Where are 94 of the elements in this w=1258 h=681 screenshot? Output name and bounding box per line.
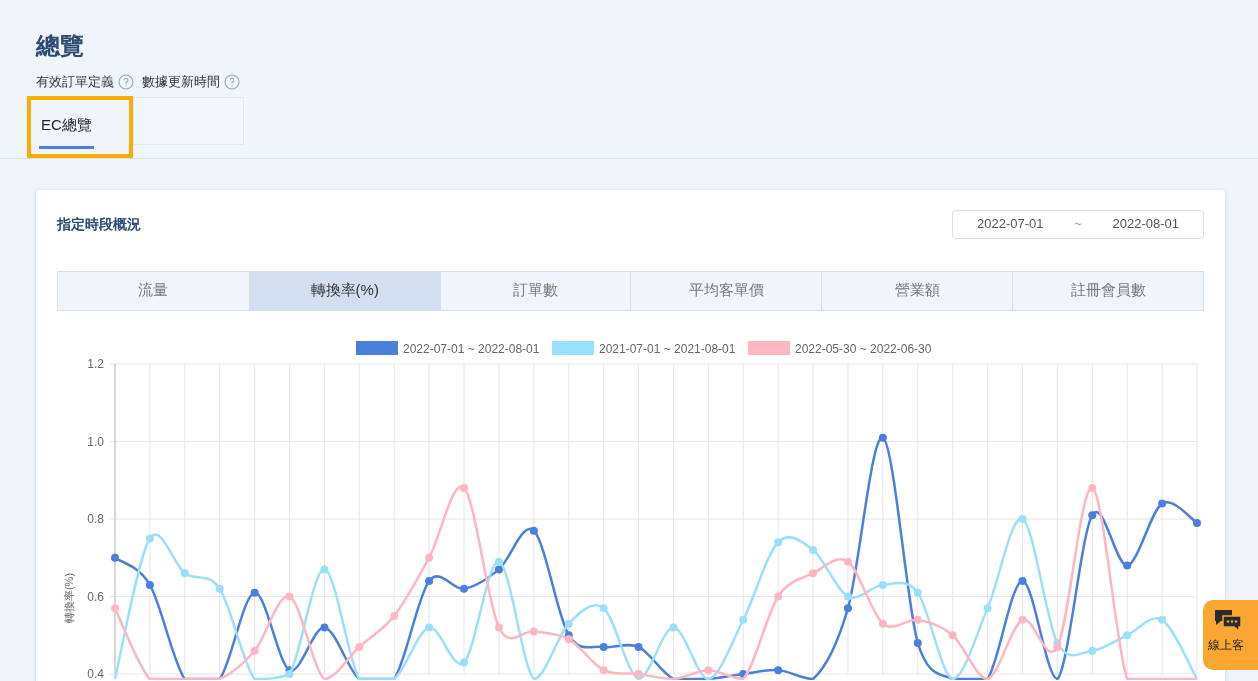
metric-tab[interactable]: 轉換率(%) [248, 271, 440, 310]
help-icon[interactable] [224, 73, 240, 90]
end-date: 2022-08-01 [1112, 215, 1179, 234]
legend-item[interactable]: 2022-07-01 ~ 2022-08-01 [356, 340, 540, 356]
axis-tick-label: 0.8 [87, 511, 104, 526]
chat-button[interactable]: 線上客 [1203, 600, 1258, 670]
point [634, 669, 643, 678]
point [1018, 615, 1027, 624]
point [599, 603, 608, 612]
metric-tab[interactable]: 平均客單價 [630, 271, 822, 310]
point [320, 623, 329, 631]
point [390, 611, 399, 620]
point [1088, 646, 1097, 655]
axis-tick-label: 0.6 [87, 589, 104, 603]
axis-tick-label: 1.2 [87, 356, 104, 371]
point [634, 642, 643, 651]
point [285, 669, 294, 678]
point [180, 568, 189, 577]
axis-tick-label: 0.4 [87, 666, 104, 680]
point [774, 537, 783, 546]
point [460, 657, 469, 666]
point [913, 638, 922, 647]
date-separator: ~ [1074, 215, 1082, 234]
point [739, 615, 748, 624]
point [355, 642, 364, 651]
card-title: 指定時段概況 [57, 214, 141, 234]
point [494, 564, 503, 573]
point [669, 623, 678, 631]
point [809, 545, 818, 554]
axis-title: 轉換率(%) [63, 572, 75, 623]
point [913, 588, 922, 597]
help-icon[interactable] [118, 73, 134, 90]
point [843, 603, 852, 612]
point [1158, 499, 1167, 507]
point [494, 623, 503, 631]
point [425, 576, 434, 585]
point [878, 433, 887, 442]
point [529, 526, 538, 535]
point [494, 557, 503, 566]
point [878, 619, 887, 628]
point [1018, 576, 1027, 585]
point [774, 592, 783, 600]
point [948, 630, 957, 639]
axis-tick-label: 1.0 [87, 434, 104, 448]
point [320, 564, 329, 573]
point [564, 634, 573, 643]
empty-tab[interactable] [133, 96, 244, 145]
point [460, 584, 469, 593]
legend-label: 2022-07-01 ~ 2022-08-01 [403, 341, 540, 356]
chat-icon [1213, 608, 1243, 632]
point [564, 619, 573, 628]
point [145, 580, 154, 589]
point [425, 623, 434, 631]
point [285, 592, 294, 600]
point [1018, 514, 1027, 523]
point [145, 533, 154, 542]
date-range-field[interactable]: 2022-07-01 ~ 2022-08-01 [952, 209, 1204, 239]
point [529, 626, 538, 635]
point [1088, 510, 1097, 519]
metric-tab[interactable]: 註冊會員數 [1012, 271, 1203, 310]
point [250, 588, 259, 597]
point [111, 553, 119, 562]
point [1053, 642, 1062, 651]
point [983, 603, 992, 612]
metric-tab[interactable]: 訂單數 [439, 271, 631, 310]
point [1088, 483, 1097, 492]
point [774, 665, 783, 674]
point [599, 665, 608, 674]
info-link[interactable]: 有效訂單定義 [36, 72, 114, 92]
point [460, 483, 469, 492]
point [1123, 630, 1132, 639]
point [809, 568, 818, 577]
info-link[interactable]: 數據更新時間 [142, 72, 220, 92]
point [843, 557, 852, 566]
page-title: 總覽 [36, 31, 85, 61]
point [215, 584, 224, 593]
legend-label: 2022-05-30 ~ 2022-06-30 [795, 341, 932, 356]
point [878, 580, 887, 589]
point [913, 615, 922, 624]
point [843, 592, 852, 600]
point [111, 603, 119, 612]
metric-tab[interactable]: 流量 [58, 271, 249, 310]
point [1158, 615, 1167, 624]
metric-tab[interactable]: 營業額 [821, 271, 1013, 310]
point [425, 553, 434, 562]
legend-label: 2021-07-01 ~ 2021-08-01 [599, 341, 736, 356]
point [250, 646, 259, 655]
point [704, 665, 713, 674]
point [1193, 518, 1201, 527]
legend-item[interactable]: 2021-07-01 ~ 2021-08-01 [552, 340, 736, 356]
point [599, 642, 608, 651]
start-date: 2022-07-01 [977, 215, 1044, 234]
legend-item[interactable]: 2022-05-30 ~ 2022-06-30 [748, 340, 932, 356]
point [1123, 561, 1132, 569]
